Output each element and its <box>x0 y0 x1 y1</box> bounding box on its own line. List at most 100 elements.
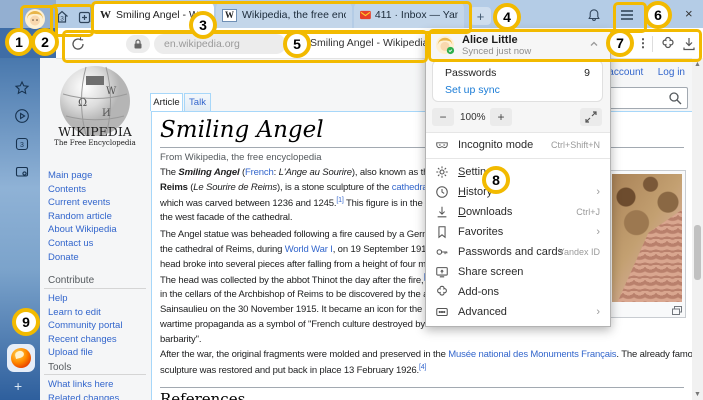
tab-title: 411 · Inbox — Yandex Mail <box>375 9 458 21</box>
key-icon <box>435 245 449 259</box>
reload-icon[interactable] <box>70 36 86 52</box>
svg-text:Ω: Ω <box>78 96 87 109</box>
menu-item-advanced[interactable]: Advanced› <box>426 302 610 322</box>
sidebar-link[interactable]: Random article <box>48 210 117 224</box>
menu-item-history[interactable]: History› <box>426 182 610 202</box>
wiki-nav-header: Tools <box>48 362 71 373</box>
search-icon[interactable] <box>668 91 682 105</box>
sidebar-link[interactable]: Community portal <box>48 319 122 333</box>
zoom-out-button[interactable]: − <box>432 108 454 126</box>
shortcut: Ctrl+Shift+N <box>551 140 600 150</box>
svg-text:3: 3 <box>20 142 24 149</box>
menu-item-share-screen[interactable]: Share screen <box>426 262 610 282</box>
wikipedia-favicon: W <box>222 9 237 22</box>
menu-item-favorites[interactable]: Favorites› <box>426 222 610 242</box>
annotation-badge-5: 5 <box>283 30 311 58</box>
sidebar-link[interactable]: Related changes <box>48 392 119 400</box>
article-link[interactable]: French <box>245 167 274 178</box>
sidebar-link[interactable]: Upload file <box>48 346 122 360</box>
sidebar-link[interactable]: Contact us <box>48 237 117 251</box>
clock-icon <box>435 185 449 199</box>
home-button-icon[interactable]: 3 <box>54 9 70 25</box>
tab-title: Smiling Angel - Wikipedia <box>116 9 198 21</box>
article-link[interactable]: [1] <box>336 197 343 204</box>
profile-avatar[interactable] <box>24 8 46 30</box>
wiki-nav-contribute: HelpLearn to editCommunity portalRecent … <box>48 292 122 360</box>
article-paragraph: After the war, the original fragments we… <box>160 349 703 379</box>
article-link[interactable]: Musée national des Monuments Français <box>448 349 616 360</box>
fullscreen-button[interactable] <box>580 108 602 126</box>
statue-image <box>612 174 682 302</box>
window-close-button[interactable]: × <box>685 6 693 21</box>
svg-text:И: И <box>102 108 111 119</box>
menu-item-label: Downloads <box>458 206 512 218</box>
more-box-icon <box>435 305 449 319</box>
scrollbar-up-arrow[interactable]: ▲ <box>692 58 703 70</box>
menu-item-incognito[interactable]: Incognito mode Ctrl+Shift+N <box>426 135 610 155</box>
log-in-link[interactable]: Log in <box>658 67 685 78</box>
downloads-tray-icon[interactable] <box>681 36 697 52</box>
sidebar-link[interactable]: Current events <box>48 196 117 210</box>
tab-options-dots-icon[interactable]: ⋮ <box>637 36 649 50</box>
image-expand-icon[interactable] <box>672 306 682 315</box>
wiki-nav-main: Main pageContentsCurrent eventsRandom ar… <box>48 169 117 264</box>
scrollbar-down-arrow[interactable]: ▼ <box>692 388 703 400</box>
sidebar-link[interactable]: Learn to edit <box>48 306 122 320</box>
article-link[interactable]: World War I <box>285 244 333 255</box>
sidebar-link[interactable]: Contents <box>48 183 117 197</box>
zoom-in-button[interactable]: + <box>490 108 512 126</box>
article-tagline: From Wikipedia, the free encyclopedia <box>160 152 322 163</box>
tab-separator <box>90 6 91 22</box>
other-devices-icon[interactable] <box>14 164 30 180</box>
sidebar-link[interactable]: What links here <box>48 378 119 392</box>
sidebar-link[interactable]: Recent changes <box>48 333 122 347</box>
tab-counter-icon[interactable]: 3 <box>14 136 30 152</box>
wiki-tab-article[interactable]: Article <box>150 93 183 111</box>
menu-item-label: Add-ons <box>458 286 499 298</box>
menu-item-downloads[interactable]: DownloadsCtrl+J <box>426 202 610 222</box>
sidebar-link[interactable]: About Wikipedia <box>48 223 117 237</box>
wiki-nav-header: Contribute <box>48 275 94 286</box>
article-link[interactable]: [4] <box>419 364 426 371</box>
sidebar-link[interactable]: Donate <box>48 251 117 265</box>
scrollbar-thumb[interactable] <box>694 225 701 280</box>
new-tab-button[interactable]: + <box>470 7 491 25</box>
divider <box>44 374 146 375</box>
wiki-nav-tools: What links hereRelated changesSpecial pa… <box>48 378 119 400</box>
menu-hamburger-button[interactable] <box>619 7 635 23</box>
yandex-browser-logo[interactable] <box>7 344 35 372</box>
menu-item-label: Favorites <box>458 226 503 238</box>
menu-item-settings[interactable]: Settings <box>426 162 610 182</box>
address-domain-chip[interactable]: en.wikipedia.org <box>154 34 286 54</box>
chevron-up-icon[interactable] <box>588 38 600 50</box>
menu-profile-avatar[interactable] <box>435 35 455 55</box>
extensions-clover-icon[interactable] <box>660 36 676 52</box>
home-tab-count: 3 <box>60 15 64 22</box>
yandex-mail-favicon <box>360 9 371 21</box>
tab-wikipedia-main[interactable]: W Wikipedia, the free encyclopedia <box>216 2 352 28</box>
menu-item-add-ons[interactable]: Add-ons <box>426 282 610 302</box>
menu-item-label: Share screen <box>458 266 523 278</box>
menu-item-passwords-and-cards[interactable]: Passwords and cardsYandex ID <box>426 242 610 262</box>
tab-yandex-mail[interactable]: 411 · Inbox — Yandex Mail <box>354 2 464 28</box>
statue-image-thumb[interactable] <box>608 170 686 318</box>
sidebar-add-button[interactable]: + <box>14 378 22 394</box>
annotation-badge-3: 3 <box>189 11 217 39</box>
annotation-badge-9: 9 <box>12 308 40 336</box>
bookmark-icon <box>435 225 449 239</box>
sidebar-link[interactable]: Help <box>48 292 122 306</box>
notifications-bell-icon[interactable] <box>586 7 602 23</box>
annotation-badge-6: 6 <box>644 1 672 29</box>
toolbar-separator <box>652 36 653 52</box>
wiki-tab-talk[interactable]: Talk <box>184 93 211 111</box>
annotation-badge-7: 7 <box>606 29 634 57</box>
sidebar-link[interactable]: Main page <box>48 169 117 183</box>
trailing-label: Yandex ID <box>559 247 600 257</box>
set-up-sync-link[interactable]: Set up sync <box>445 84 500 96</box>
browser-window: 3 W Smiling Angel - Wikipedia × W Wikipe… <box>0 0 703 400</box>
site-security-chip[interactable] <box>126 35 150 53</box>
favorites-star-icon[interactable] <box>14 80 30 96</box>
article-title: Smiling Angel <box>160 117 324 143</box>
media-play-icon[interactable] <box>14 108 30 124</box>
sync-summary-card[interactable]: Passwords 9 Set up sync <box>432 60 603 102</box>
